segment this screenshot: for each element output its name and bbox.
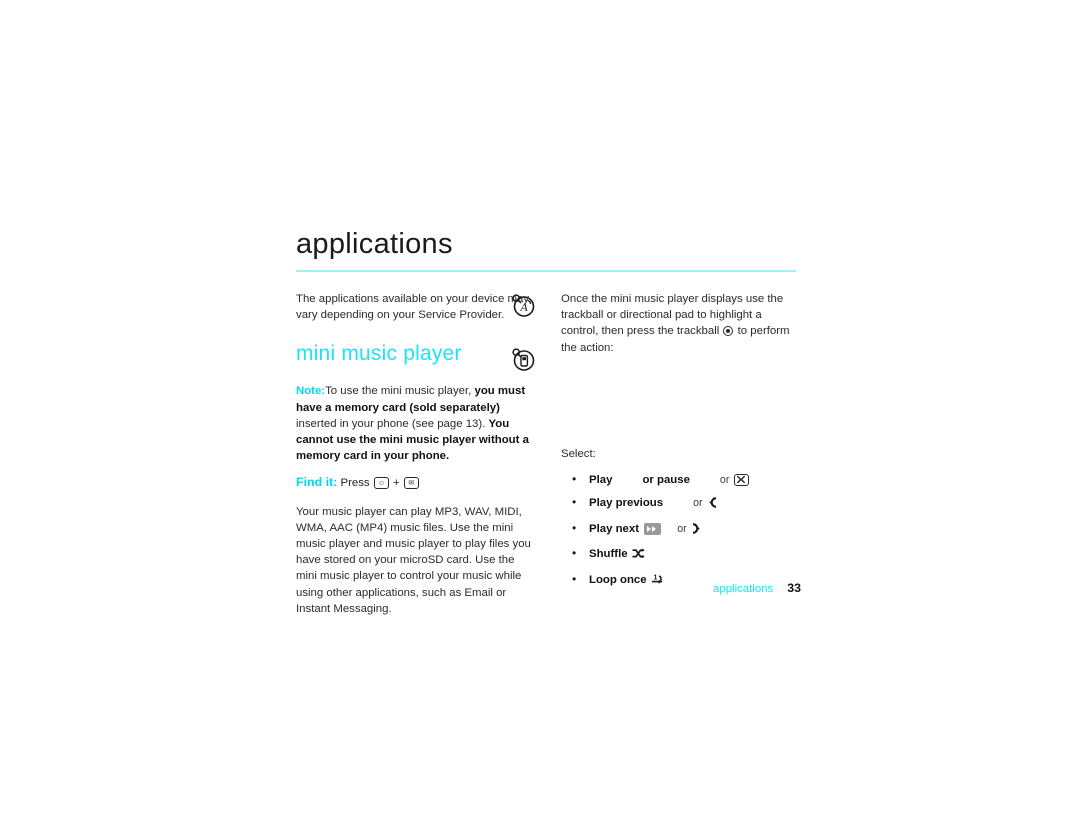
list-item-shuffle: Shuffle <box>561 545 801 564</box>
menu-key-icon: ☺ <box>373 477 389 490</box>
message-key-icon: ✉ <box>403 477 419 490</box>
play-or-label: or <box>719 473 730 486</box>
heading-spacer <box>296 333 532 383</box>
intro-paragraph: The applications available on your devic… <box>296 293 530 322</box>
list-item-play: Play or pause or <box>561 471 801 488</box>
find-it-plus: + <box>392 477 400 490</box>
title-divider <box>296 270 796 272</box>
right-spacer <box>561 366 801 446</box>
list-item-play-next: Play next or <box>561 520 801 539</box>
select-label: Select: <box>561 447 596 460</box>
play-previous-label: Play previous <box>589 497 664 510</box>
find-it-label: Find it: <box>296 475 338 490</box>
skip-next-icon <box>691 522 702 539</box>
skip-previous-icon <box>707 497 718 513</box>
play-previous-or-label: or <box>693 497 703 510</box>
left-column: The applications available on your devic… <box>296 291 532 627</box>
shuffle-icon <box>632 548 645 564</box>
trackball-icon <box>723 326 734 337</box>
note-text-2: inserted in your phone (see page 13). <box>296 417 489 430</box>
note-label: Note: <box>296 385 326 398</box>
find-it-line: Find it: Press ☺ + ✉ <box>296 474 532 491</box>
control-list: Playor pauseor Play previousor Play next… <box>561 471 801 590</box>
key-box-x-icon <box>733 473 749 486</box>
note-block: Note:To use the mini music player, you m… <box>296 383 532 464</box>
footer-page-number: 33 <box>787 581 801 595</box>
play-next-or-label: or <box>677 522 687 535</box>
document-page: applications mini music player A The app… <box>0 0 1080 834</box>
right-intro-paragraph: Once the mini music player displays use … <box>561 291 801 356</box>
play-label: Play <box>589 473 613 486</box>
pause-label: or pause <box>642 473 690 486</box>
body-paragraph: Your music player can play MP3, WAV, MID… <box>296 505 531 615</box>
find-it-text: Press <box>340 477 370 490</box>
list-item-play-previous: Play previous or <box>561 494 801 513</box>
play-next-label: Play next <box>589 522 640 535</box>
footer-chapter-label: applications <box>713 583 774 595</box>
shuffle-label: Shuffle <box>589 548 628 561</box>
page-footer: applications 33 <box>561 581 801 595</box>
note-text-1: To use the mini music player, <box>325 385 475 398</box>
right-column: Once the mini music player displays use … <box>561 291 801 597</box>
page-title: applications <box>296 228 453 260</box>
fast-forward-button-icon <box>644 522 662 535</box>
